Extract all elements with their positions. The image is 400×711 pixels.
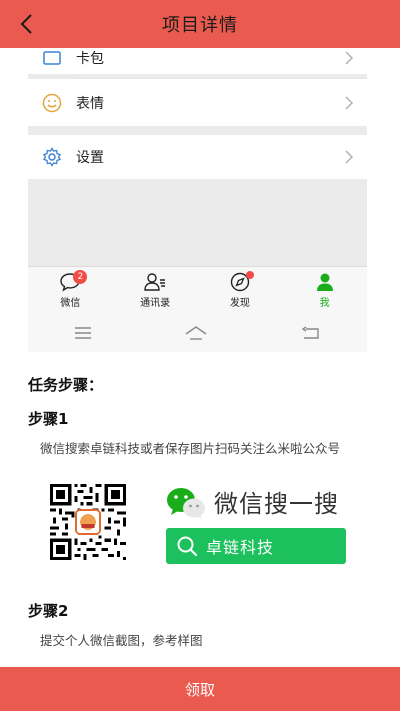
claim-button-label: 领取 bbox=[184, 680, 215, 699]
menu-label: 表情 bbox=[76, 95, 104, 112]
system-nav-bar bbox=[28, 314, 367, 352]
menu-row-card-wallet[interactable]: 卡包 bbox=[28, 48, 367, 74]
tab-me[interactable]: 我 bbox=[282, 267, 367, 314]
step1-title: 步骤1 bbox=[28, 410, 69, 428]
chevron-right-icon bbox=[345, 150, 354, 164]
step2-title: 步骤2 bbox=[28, 602, 69, 620]
emoji-icon bbox=[40, 91, 64, 115]
tab-label: 通讯录 bbox=[140, 298, 171, 309]
wechat-search-brand: 微信搜一搜 bbox=[214, 490, 339, 518]
wechat-logo-icon bbox=[167, 488, 205, 519]
wechat-search-promo: 微信搜一搜 卓链科技 bbox=[50, 484, 350, 564]
menu-icon[interactable] bbox=[74, 326, 92, 340]
menu-label: 卡包 bbox=[76, 51, 104, 67]
step2-text: 提交个人微信截图，参考样图 bbox=[40, 633, 203, 648]
person-icon bbox=[316, 273, 333, 291]
wechat-search-box: 卓链科技 bbox=[166, 528, 346, 564]
contacts-icon bbox=[144, 273, 166, 291]
step1-text: 微信搜索卓链科技或者保存图片扫码关注么米啦公众号 bbox=[40, 441, 341, 456]
tab-discover[interactable]: 发现 bbox=[198, 267, 283, 314]
menu-row-settings[interactable]: 设置 bbox=[28, 135, 367, 179]
tab-chats[interactable]: 2 微信 bbox=[28, 267, 113, 314]
home-icon[interactable] bbox=[184, 325, 208, 341]
qr-code[interactable] bbox=[50, 484, 126, 560]
top-bar: 项目详情 bbox=[0, 0, 400, 48]
notification-dot bbox=[245, 271, 254, 279]
claim-button[interactable]: 领取 bbox=[0, 667, 400, 711]
chevron-right-icon bbox=[345, 51, 354, 65]
back-button[interactable] bbox=[14, 11, 38, 37]
search-term: 卓链科技 bbox=[206, 538, 275, 557]
chevron-left-icon bbox=[20, 14, 32, 34]
back-arrow-icon[interactable] bbox=[301, 326, 321, 340]
page: 项目详情 卡包 表情 设置 2 微信 通讯录 发现 我 任务步骤： 步骤1 微信… bbox=[0, 0, 400, 711]
page-title: 项目详情 bbox=[162, 15, 238, 36]
chevron-right-icon bbox=[345, 95, 354, 110]
gear-icon bbox=[40, 145, 64, 169]
tab-contacts[interactable]: 通讯录 bbox=[113, 267, 198, 314]
unread-badge: 2 bbox=[73, 270, 88, 284]
menu-row-emoji[interactable]: 表情 bbox=[28, 79, 367, 126]
menu-label: 设置 bbox=[76, 150, 104, 166]
tab-label: 发现 bbox=[229, 298, 250, 309]
tab-label: 微信 bbox=[60, 298, 81, 309]
search-icon bbox=[177, 536, 198, 557]
card-wallet-icon bbox=[40, 48, 64, 70]
sample-screenshot: 卡包 表情 设置 2 微信 通讯录 发现 我 bbox=[28, 48, 367, 352]
task-steps-heading: 任务步骤： bbox=[28, 376, 104, 394]
tab-label: 我 bbox=[319, 298, 330, 309]
wechat-tab-bar: 2 微信 通讯录 发现 我 bbox=[28, 266, 367, 314]
